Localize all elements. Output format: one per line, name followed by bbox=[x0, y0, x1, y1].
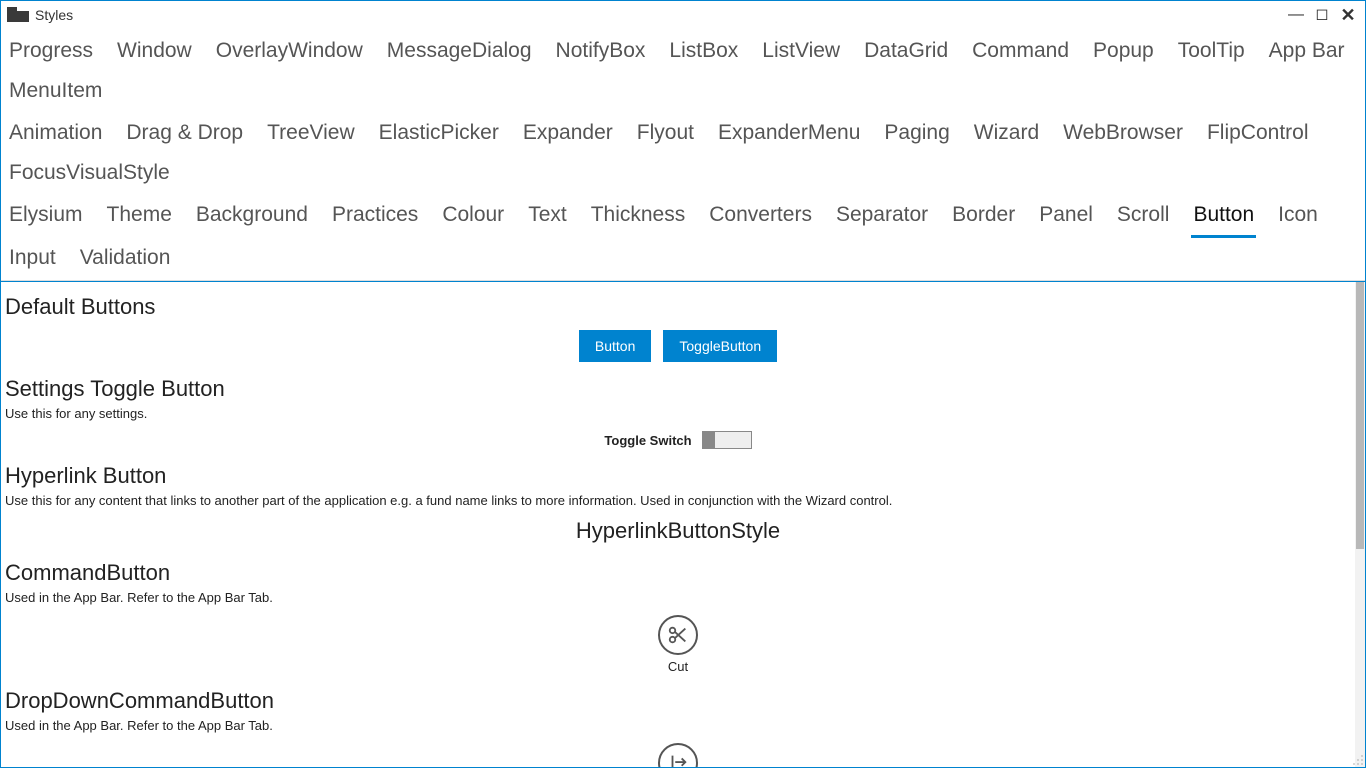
tab-text[interactable]: Text bbox=[526, 197, 569, 238]
tab-webbrowser[interactable]: WebBrowser bbox=[1061, 115, 1185, 153]
tab-messagedialog[interactable]: MessageDialog bbox=[385, 33, 534, 71]
tab-animation[interactable]: Animation bbox=[7, 115, 104, 153]
window: Styles — ◻ ✕ Progress Window OverlayWindow… bbox=[0, 0, 1366, 768]
desc-dropdown-command-button: Used in the App Bar. Refer to the App Ba… bbox=[5, 718, 1351, 733]
tab-elysium[interactable]: Elysium bbox=[7, 197, 85, 238]
export-icon bbox=[658, 743, 698, 767]
tab-panel[interactable]: Panel bbox=[1037, 197, 1095, 238]
tab-command[interactable]: Command bbox=[970, 33, 1071, 71]
vertical-scrollbar[interactable] bbox=[1355, 282, 1365, 767]
tab-border[interactable]: Border bbox=[950, 197, 1017, 238]
button-default[interactable]: Button bbox=[579, 330, 651, 362]
toggle-switch-row: Toggle Switch bbox=[5, 431, 1351, 449]
tab-expandermenu[interactable]: ExpanderMenu bbox=[716, 115, 862, 153]
tab-validation[interactable]: Validation bbox=[78, 240, 173, 278]
tab-separator[interactable]: Separator bbox=[834, 197, 930, 238]
tab-datagrid[interactable]: DataGrid bbox=[862, 33, 950, 71]
tab-overlaywindow[interactable]: OverlayWindow bbox=[214, 33, 365, 71]
tab-background[interactable]: Background bbox=[194, 197, 310, 238]
desc-command-button: Used in the App Bar. Refer to the App Ba… bbox=[5, 590, 1351, 605]
tab-converters[interactable]: Converters bbox=[707, 197, 814, 238]
scissors-icon bbox=[658, 615, 698, 655]
tab-paging[interactable]: Paging bbox=[882, 115, 951, 153]
tab-listview[interactable]: ListView bbox=[760, 33, 842, 71]
maximize-button[interactable]: ◻ bbox=[1309, 2, 1335, 28]
toggle-switch[interactable] bbox=[702, 431, 752, 449]
tab-app-bar[interactable]: App Bar bbox=[1267, 33, 1347, 71]
tab-drag-drop[interactable]: Drag & Drop bbox=[124, 115, 245, 153]
content-scroll: Default Buttons Button ToggleButton Sett… bbox=[1, 282, 1355, 767]
tab-expander[interactable]: Expander bbox=[521, 115, 615, 153]
tab-popup[interactable]: Popup bbox=[1091, 33, 1156, 71]
window-title: Styles bbox=[35, 7, 73, 23]
tab-scroll[interactable]: Scroll bbox=[1115, 197, 1172, 238]
tab-listbox[interactable]: ListBox bbox=[667, 33, 740, 71]
desc-settings-toggle: Use this for any settings. bbox=[5, 406, 1351, 421]
scrollbar-thumb[interactable] bbox=[1356, 282, 1364, 549]
toggle-knob bbox=[703, 432, 715, 448]
tab-flyout[interactable]: Flyout bbox=[635, 115, 696, 153]
tab-button[interactable]: Button bbox=[1191, 197, 1256, 238]
content-area: Default Buttons Button ToggleButton Sett… bbox=[1, 281, 1365, 767]
tab-thickness[interactable]: Thickness bbox=[589, 197, 688, 238]
heading-dropdown-command-button: DropDownCommandButton bbox=[5, 688, 1351, 714]
folder-icon bbox=[7, 7, 29, 23]
hyperlink-button-style-link[interactable]: HyperlinkButtonStyle bbox=[5, 518, 1351, 544]
tab-wizard[interactable]: Wizard bbox=[972, 115, 1041, 153]
tab-treeview[interactable]: TreeView bbox=[265, 115, 357, 153]
dropdown-command-button-export[interactable]: Export bbox=[5, 743, 1351, 767]
tab-flipcontrol[interactable]: FlipControl bbox=[1205, 115, 1311, 153]
command-button-cut[interactable]: Cut bbox=[5, 615, 1351, 674]
tab-input[interactable]: Input bbox=[7, 240, 58, 278]
heading-hyperlink-button: Hyperlink Button bbox=[5, 463, 1351, 489]
tab-colour[interactable]: Colour bbox=[440, 197, 506, 238]
tab-focusvisualstyle[interactable]: FocusVisualStyle bbox=[7, 155, 172, 193]
close-button[interactable]: ✕ bbox=[1335, 2, 1361, 28]
default-buttons-row: Button ToggleButton bbox=[5, 330, 1351, 362]
command-button-cut-label: Cut bbox=[668, 659, 688, 674]
tab-menuitem[interactable]: MenuItem bbox=[7, 73, 104, 111]
heading-command-button: CommandButton bbox=[5, 560, 1351, 586]
tab-progress[interactable]: Progress bbox=[7, 33, 95, 71]
tab-icon[interactable]: Icon bbox=[1276, 197, 1320, 238]
titlebar[interactable]: Styles — ◻ ✕ bbox=[1, 1, 1365, 29]
desc-hyperlink-button: Use this for any content that links to a… bbox=[5, 493, 1351, 508]
heading-default-buttons: Default Buttons bbox=[5, 294, 1351, 320]
toggle-switch-label: Toggle Switch bbox=[604, 433, 691, 448]
tab-window[interactable]: Window bbox=[115, 33, 194, 71]
minimize-button[interactable]: — bbox=[1283, 2, 1309, 28]
tab-strip: Progress Window OverlayWindow MessageDialog… bbox=[1, 29, 1365, 281]
resize-grip-icon[interactable] bbox=[1352, 754, 1364, 766]
tab-practices[interactable]: Practices bbox=[330, 197, 420, 238]
tab-theme[interactable]: Theme bbox=[105, 197, 174, 238]
heading-settings-toggle: Settings Toggle Button bbox=[5, 376, 1351, 402]
tab-notifybox[interactable]: NotifyBox bbox=[554, 33, 648, 71]
toggle-button-default[interactable]: ToggleButton bbox=[663, 330, 777, 362]
tab-tooltip[interactable]: ToolTip bbox=[1176, 33, 1247, 71]
tab-elasticpicker[interactable]: ElasticPicker bbox=[377, 115, 501, 153]
